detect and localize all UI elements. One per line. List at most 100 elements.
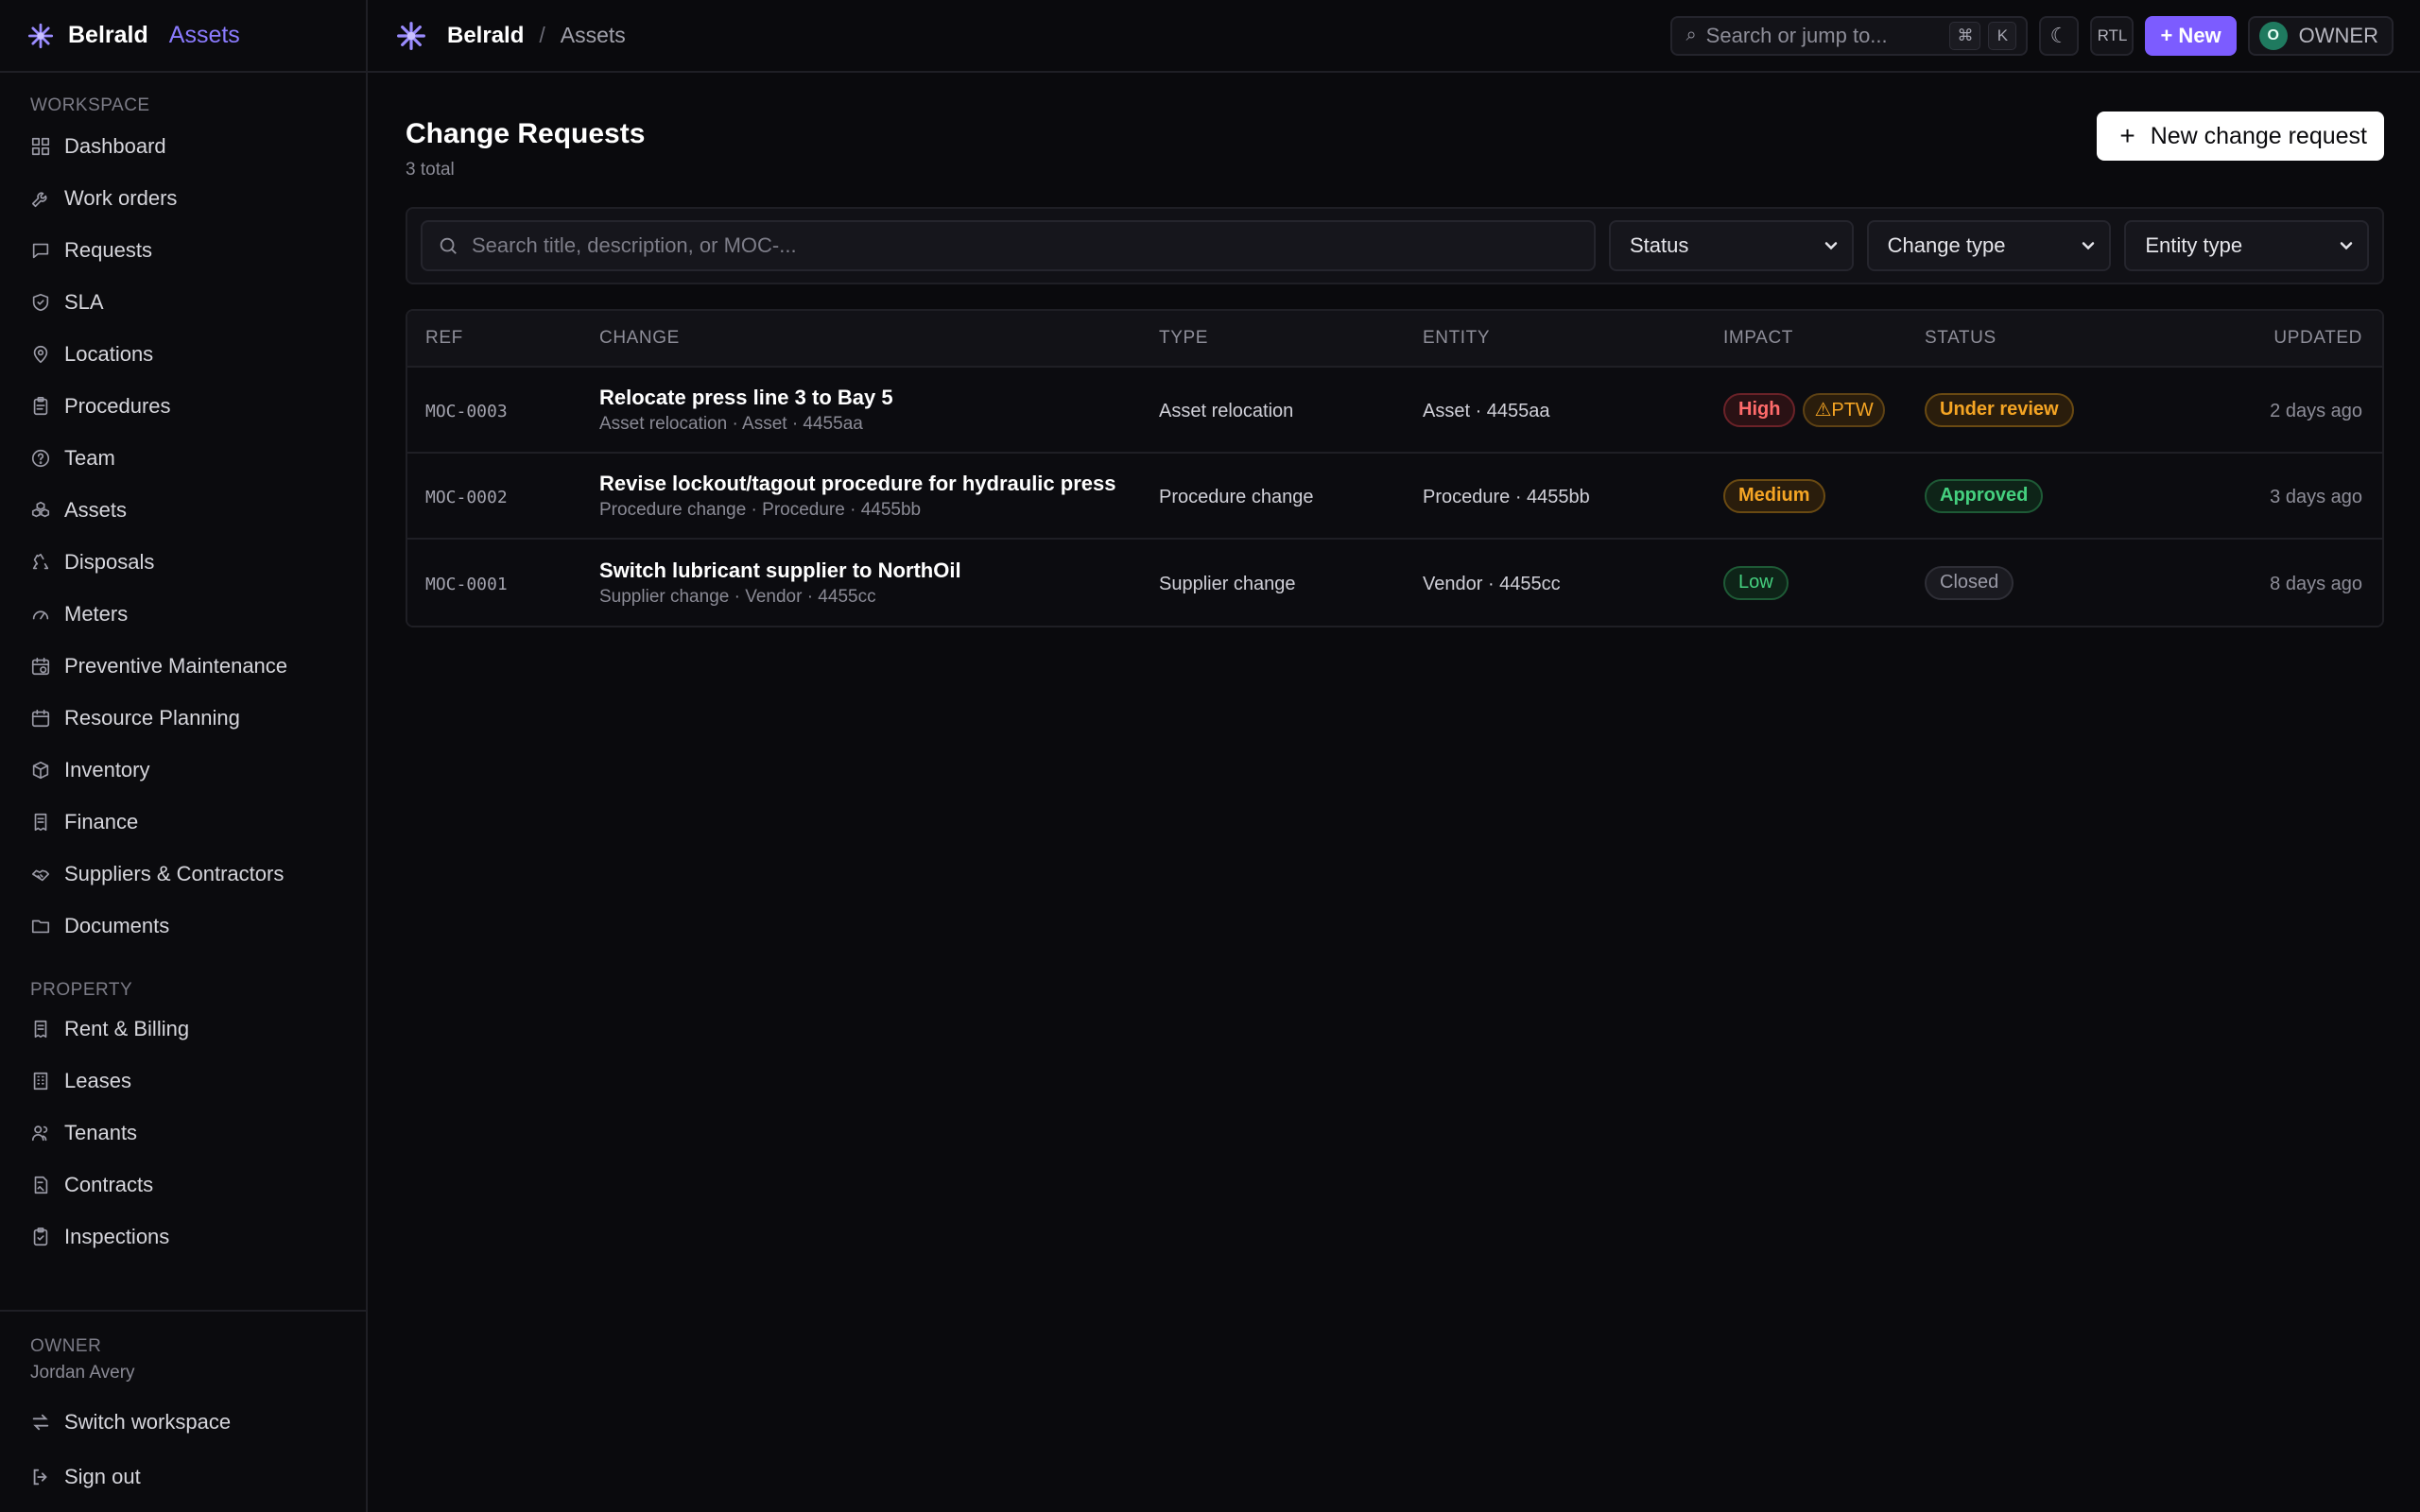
clipboard-icon (30, 396, 51, 417)
sidebar-item-leases[interactable]: Leases (0, 1055, 366, 1107)
change-type-filter-select[interactable]: Change type (1866, 220, 2112, 271)
row-subtitle: Procedure change · Procedure · 4455bb (599, 499, 922, 520)
row-subtitle: Asset relocation · Asset · 4455aa (599, 413, 863, 434)
brand[interactable]: Belrald Assets (0, 0, 366, 73)
sidebar-item-tenants[interactable]: Tenants (0, 1107, 366, 1159)
sidebar-item-documents[interactable]: Documents (0, 900, 366, 952)
topbar: Belrald / Assets ⌕ Search or jump to... … (368, 0, 2420, 73)
section-label-workspace: WORKSPACE (30, 95, 150, 115)
status-badge: Approved (1925, 478, 2044, 513)
calendar-icon (30, 708, 51, 729)
recycle-icon (30, 552, 51, 573)
sidebar-item-contracts[interactable]: Contracts (0, 1159, 366, 1211)
sidebar-item-rent-and-billing[interactable]: Rent & Billing (0, 1003, 366, 1055)
logo-icon (26, 22, 55, 50)
page-title: Change Requests (406, 118, 646, 149)
header-entity[interactable]: ENTITY (1423, 328, 1723, 349)
user-menu-button[interactable]: O OWNER (2247, 15, 2394, 56)
package-icon (30, 760, 51, 781)
breadcrumb-current[interactable]: Assets (561, 23, 626, 48)
row-subtitle: Supplier change · Vendor · 4455cc (599, 586, 876, 607)
change-search-placeholder: Search title, description, or MOC-... (472, 233, 797, 257)
row-type: Procedure change (1159, 486, 1314, 507)
entity-type-filter-select[interactable]: Entity type (2124, 220, 2370, 271)
sidebar-item-disposals[interactable]: Disposals (0, 536, 366, 588)
row-title[interactable]: Switch lubricant supplier to NorthOil (599, 558, 1159, 583)
global-search[interactable]: ⌕ Search or jump to... ⌘ K (1670, 15, 2029, 56)
sidebar-item-meters[interactable]: Meters (0, 588, 366, 640)
change-search-input[interactable]: Search title, description, or MOC-... (421, 220, 1596, 271)
sidebar-item-label: Suppliers & Contractors (64, 861, 285, 885)
brand-accent: Assets (168, 22, 240, 48)
header-type[interactable]: TYPE (1159, 328, 1423, 349)
header-change[interactable]: CHANGE (599, 328, 1159, 349)
sidebar-item-label: Inventory (64, 757, 150, 782)
change-requests-table: REF CHANGE TYPE ENTITY IMPACT STATUS UPD… (406, 309, 2384, 627)
header-updated[interactable]: UPDATED (2142, 328, 2382, 349)
chevron-down-icon (1824, 242, 1837, 250)
sidebar-item-label: Work orders (64, 185, 178, 210)
table-row[interactable]: MOC-0001 Switch lubricant supplier to No… (407, 540, 2382, 626)
row-updated: 2 days ago (2270, 400, 2362, 421)
sidebar-item-label: Locations (64, 341, 154, 366)
main-content: Change Requests 3 total + New change req… (406, 73, 2384, 627)
row-title[interactable]: Revise lockout/tagout procedure for hydr… (599, 472, 1159, 496)
sidebar-item-inventory[interactable]: Inventory (0, 744, 366, 796)
breadcrumb: Belrald / Assets (447, 23, 626, 49)
sidebar-item-requests[interactable]: Requests (0, 224, 366, 276)
topbar-logo-icon (396, 21, 426, 51)
sidebar-item-resource-planning[interactable]: Resource Planning (0, 692, 366, 744)
sidebar-item-dashboard[interactable]: Dashboard (0, 120, 366, 172)
header-impact[interactable]: IMPACT (1723, 328, 1925, 349)
impact-badge: Low (1723, 565, 1789, 600)
sidebar-item-label: Team (64, 445, 115, 470)
sign-out-icon (30, 1467, 51, 1487)
table-row[interactable]: MOC-0003 Relocate press line 3 to Bay 5 … (407, 368, 2382, 454)
theme-toggle-button[interactable]: ☾ (2039, 15, 2080, 56)
sidebar-item-team[interactable]: Team (0, 432, 366, 484)
sidebar-item-assets[interactable]: Assets (0, 484, 366, 536)
table-row[interactable]: MOC-0002 Revise lockout/tagout procedure… (407, 454, 2382, 540)
row-updated: 3 days ago (2270, 486, 2362, 507)
handshake-icon (30, 864, 51, 885)
row-title[interactable]: Relocate press line 3 to Bay 5 (599, 386, 1159, 410)
wrench-icon (30, 188, 51, 209)
header-status[interactable]: STATUS (1925, 328, 2142, 349)
sidebar-item-label: Assets (64, 497, 128, 522)
switch-workspace-button[interactable]: Switch workspace (0, 1395, 366, 1450)
avatar: O (2258, 21, 2288, 50)
sidebar-item-locations[interactable]: Locations (0, 328, 366, 380)
section-label-property: PROPERTY (30, 980, 133, 1000)
gauge-icon (30, 604, 51, 625)
brand-name: Belrald (68, 22, 148, 48)
sidebar-item-inspections[interactable]: Inspections (0, 1211, 366, 1263)
sidebar-item-label: SLA (64, 289, 104, 314)
rtl-label: RTL (2097, 26, 2128, 44)
kbd-cmd: ⌘ (1949, 21, 1981, 50)
switch-icon (30, 1412, 51, 1433)
sidebar-item-sla[interactable]: SLA (0, 276, 366, 328)
sidebar-item-work-orders[interactable]: Work orders (0, 172, 366, 224)
sidebar-item-procedures[interactable]: Procedures (0, 380, 366, 432)
grid-icon (30, 136, 51, 157)
owner-name: Jordan Avery (30, 1363, 135, 1383)
sign-out-button[interactable]: Sign out (0, 1450, 366, 1504)
building-icon (30, 1071, 51, 1091)
impact-badge: Medium (1723, 478, 1825, 513)
breadcrumb-separator: / (539, 23, 545, 47)
help-circle-icon (30, 448, 51, 469)
new-change-request-button[interactable]: + New change request (2097, 112, 2384, 161)
kbd-k: K (1988, 21, 2017, 50)
breadcrumb-root[interactable]: Belrald (447, 23, 524, 49)
rtl-toggle-button[interactable]: RTL (2090, 15, 2135, 56)
pin-icon (30, 344, 51, 365)
new-button[interactable]: + New (2145, 15, 2237, 56)
sidebar-item-label: Disposals (64, 549, 155, 574)
search-icon: ⌕ (1685, 25, 1697, 45)
header-ref[interactable]: REF (407, 328, 599, 349)
sidebar-item-finance[interactable]: Finance (0, 796, 366, 848)
sidebar-item-preventive-maintenance[interactable]: Preventive Maintenance (0, 640, 366, 692)
owner-role: OWNER (30, 1336, 102, 1356)
status-filter-select[interactable]: Status (1609, 220, 1854, 271)
sidebar-item-suppliers-and-contractors[interactable]: Suppliers & Contractors (0, 848, 366, 900)
